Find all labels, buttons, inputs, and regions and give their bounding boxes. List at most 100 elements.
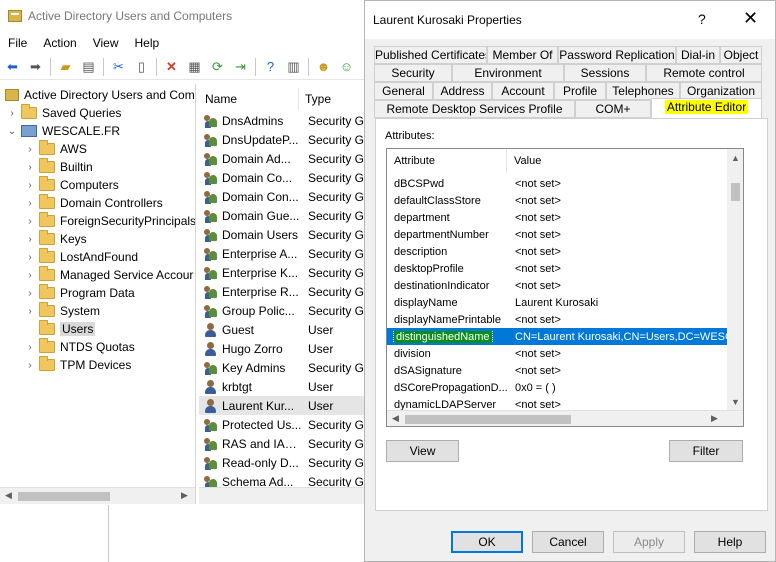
tab-account[interactable]: Account bbox=[492, 82, 554, 100]
list-item[interactable]: RAS and IAS ... Security Gr bbox=[199, 434, 364, 453]
expand-arrow-icon[interactable]: › bbox=[24, 306, 36, 317]
scroll-right-icon[interactable]: ▶ bbox=[181, 490, 188, 501]
tree-folder[interactable]: › ForeignSecurityPrincipals bbox=[24, 212, 195, 230]
tree-folder[interactable]: › LostAndFound bbox=[24, 248, 138, 266]
tree-folder[interactable]: › AWS bbox=[24, 140, 87, 158]
list-item[interactable]: Enterprise K... Security Gr bbox=[199, 263, 364, 282]
tab-object[interactable]: Object bbox=[720, 46, 762, 64]
help-button[interactable]: Help bbox=[694, 531, 766, 553]
scroll-left-icon[interactable]: ◀ bbox=[5, 490, 12, 501]
tree-folder[interactable]: › Keys bbox=[24, 230, 87, 248]
tree-folder[interactable]: › Domain Controllers bbox=[24, 194, 163, 212]
expand-arrow-icon[interactable]: › bbox=[24, 342, 36, 353]
console-icon[interactable]: ▥ bbox=[283, 56, 304, 77]
menu-help[interactable]: Help bbox=[127, 36, 168, 50]
column-header-attribute[interactable]: Attribute bbox=[387, 149, 507, 173]
list-item[interactable]: krbtgt User bbox=[199, 377, 364, 396]
attributes-list[interactable]: Attribute Value dBCSPwd <not set> defaultC… bbox=[386, 148, 744, 427]
new-user-icon[interactable]: ☻ bbox=[313, 56, 334, 77]
list-item[interactable]: DnsAdmins Security Gr bbox=[199, 111, 364, 130]
tab-member-of[interactable]: Member Of bbox=[487, 46, 558, 64]
tree-folder[interactable]: › System bbox=[24, 302, 100, 320]
expand-arrow-icon[interactable]: › bbox=[24, 288, 36, 299]
cancel-button[interactable]: Cancel bbox=[532, 531, 604, 553]
attributes-horizontal-scrollbar[interactable]: ◀ ▶ bbox=[387, 410, 743, 426]
expand-arrow-icon[interactable]: › bbox=[24, 198, 36, 209]
list-item[interactable]: Domain Gue... Security Gr bbox=[199, 206, 364, 225]
apply-button[interactable]: Apply bbox=[613, 531, 685, 553]
attribute-row[interactable]: displayNamePrintable <not set> bbox=[387, 311, 727, 328]
menu-file[interactable]: File bbox=[0, 36, 35, 50]
attribute-row[interactable]: destinationIndicator <not set> bbox=[387, 277, 727, 294]
list-item[interactable]: DnsUpdateP... Security Gr bbox=[199, 130, 364, 149]
attribute-row[interactable]: division <not set> bbox=[387, 345, 727, 362]
attribute-row[interactable]: departmentNumber <not set> bbox=[387, 226, 727, 243]
tree-saved-queries[interactable]: › Saved Queries bbox=[6, 104, 121, 122]
list-item[interactable]: Domain Users Security Gr bbox=[199, 225, 364, 244]
list-item[interactable]: Protected Us... Security Gr bbox=[199, 415, 364, 434]
attribute-row[interactable]: dSASignature <not set> bbox=[387, 362, 727, 379]
tab-environment[interactable]: Environment bbox=[452, 64, 564, 82]
refresh-icon[interactable]: ⟳ bbox=[207, 56, 228, 77]
list-item[interactable]: Enterprise A... Security Gr bbox=[199, 244, 364, 263]
tree-root[interactable]: Active Directory Users and Com bbox=[2, 86, 195, 104]
view-button[interactable]: View bbox=[386, 440, 459, 462]
tree-folder[interactable]: › TPM Devices bbox=[24, 356, 131, 374]
attribute-row[interactable]: dSCorePropagationD... 0x0 = ( ) bbox=[387, 379, 727, 396]
cut-icon[interactable]: ✂ bbox=[108, 56, 129, 77]
list-item[interactable]: Laurent Kur... User bbox=[199, 396, 364, 415]
scrollbar-thumb[interactable] bbox=[18, 492, 110, 501]
expand-arrow-icon[interactable]: › bbox=[24, 234, 36, 245]
tree-folder[interactable]: › Program Data bbox=[24, 284, 135, 302]
tab-profile[interactable]: Profile bbox=[554, 82, 606, 100]
clipboard-icon[interactable]: ▯ bbox=[131, 56, 152, 77]
scrollbar-thumb[interactable] bbox=[405, 415, 571, 424]
attribute-row[interactable]: dBCSPwd <not set> bbox=[387, 175, 727, 192]
attributes-vertical-scrollbar[interactable]: ▲ ▼ bbox=[727, 149, 743, 410]
export-icon[interactable]: ⇥ bbox=[230, 56, 251, 77]
list-item[interactable]: Enterprise R... Security Gr bbox=[199, 282, 364, 301]
scroll-right-icon[interactable]: ▶ bbox=[711, 413, 718, 424]
delete-icon[interactable]: ✕ bbox=[161, 56, 182, 77]
column-header-value[interactable]: Value bbox=[507, 149, 727, 173]
tree-folder[interactable]: › NTDS Quotas bbox=[24, 338, 135, 356]
attribute-row[interactable]: defaultClassStore <not set> bbox=[387, 192, 727, 209]
tree-folder[interactable]: › Computers bbox=[24, 176, 119, 194]
properties-icon[interactable]: ▦ bbox=[184, 56, 205, 77]
expand-arrow-icon[interactable]: › bbox=[24, 144, 36, 155]
list-item[interactable]: Key Admins Security Gr bbox=[199, 358, 364, 377]
attribute-row[interactable]: distinguishedName CN=Laurent Kurosaki,CN=… bbox=[387, 328, 727, 345]
expand-arrow-icon[interactable]: › bbox=[6, 108, 18, 119]
ok-button[interactable]: OK bbox=[451, 531, 523, 553]
tab-address[interactable]: Address bbox=[433, 82, 492, 100]
help-icon[interactable]: ? bbox=[260, 56, 281, 77]
expand-arrow-icon[interactable]: › bbox=[24, 360, 36, 371]
list-item[interactable]: Domain Ad... Security Gr bbox=[199, 149, 364, 168]
context-help-icon[interactable]: ? bbox=[698, 11, 706, 27]
tree-horizontal-scrollbar[interactable]: ◀ ▶ bbox=[0, 487, 195, 504]
attribute-row[interactable]: displayName Laurent Kurosaki bbox=[387, 294, 727, 311]
column-header-name[interactable]: Name bbox=[199, 88, 299, 110]
column-header-type[interactable]: Type bbox=[299, 88, 364, 110]
tab-sessions[interactable]: Sessions bbox=[564, 64, 646, 82]
tree-domain[interactable]: ⌄ WESCALE.FR bbox=[6, 122, 120, 140]
attribute-row[interactable]: department <not set> bbox=[387, 209, 727, 226]
tab-dial-in[interactable]: Dial-in bbox=[676, 46, 720, 64]
list-item[interactable]: Guest User bbox=[199, 320, 364, 339]
tree-folder-users[interactable]: Users bbox=[24, 320, 96, 338]
list-item[interactable]: Domain Co... Security Gr bbox=[199, 168, 364, 187]
tab-remote-control[interactable]: Remote control bbox=[646, 64, 762, 82]
list-item[interactable]: Read-only D... Security Gr bbox=[199, 453, 364, 472]
forward-icon[interactable]: ➡ bbox=[25, 56, 46, 77]
scroll-down-icon[interactable]: ▼ bbox=[731, 397, 740, 407]
tab-general[interactable]: General bbox=[374, 82, 433, 100]
scrollbar-thumb[interactable] bbox=[731, 183, 740, 201]
list-item[interactable]: Hugo Zorro User bbox=[199, 339, 364, 358]
filter-button[interactable]: Filter bbox=[669, 440, 743, 462]
attribute-row[interactable]: desktopProfile <not set> bbox=[387, 260, 727, 277]
tab-security[interactable]: Security bbox=[374, 64, 452, 82]
new-group-icon[interactable]: ☺ bbox=[336, 56, 357, 77]
tree-folder[interactable]: › Builtin bbox=[24, 158, 93, 176]
list-item[interactable]: Group Polic... Security Gr bbox=[199, 301, 364, 320]
expand-arrow-icon[interactable]: › bbox=[24, 252, 36, 263]
